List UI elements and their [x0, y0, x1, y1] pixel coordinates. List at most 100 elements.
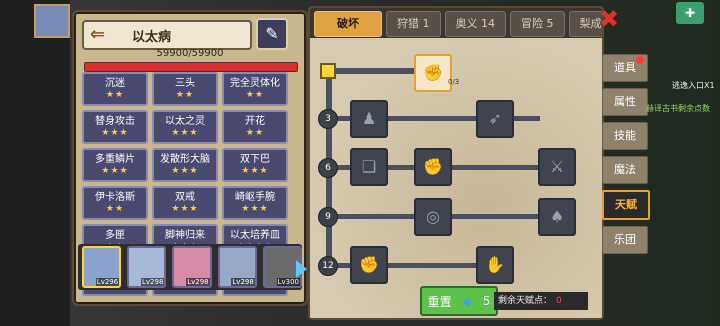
talent-node-block[interactable]: ✋: [476, 246, 514, 284]
back-arrow-icon[interactable]: ⇐: [90, 24, 116, 46]
level-marker: 3: [318, 109, 338, 129]
skill-label: 崎岖手腕: [235, 191, 275, 203]
skill-label: 以太之灵: [165, 115, 205, 127]
party-member[interactable]: Lv298: [127, 246, 167, 288]
close-icon[interactable]: ✖: [596, 6, 622, 32]
reset-label: 重置: [427, 294, 452, 309]
skill-stars: ★★★: [171, 127, 199, 138]
notification-dot: [636, 56, 644, 64]
talent-tree: ✊ 0/3 3 ♟ ➶ 6 ❏ ✊ ⚔ 9 ◎ ♠ 12 ✊ ✋: [310, 38, 602, 318]
talent-node-bat[interactable]: ♠: [538, 198, 576, 236]
party-member[interactable]: Lv296: [82, 246, 122, 288]
skill-label: 发散形大脑: [160, 153, 210, 165]
skill-stars: ★★: [105, 203, 125, 214]
skill-stars: ★★★: [101, 165, 129, 176]
party-bar: Lv296 Lv298 Lv298 Lv298 Lv300: [78, 244, 303, 290]
hp-fill: [85, 63, 297, 71]
gem-icon: ◆: [462, 294, 472, 308]
tab-2[interactable]: 奥义 14: [444, 11, 506, 37]
skill-stars: ★★: [245, 127, 265, 138]
skill-label: 脚神归来: [165, 229, 205, 241]
side-menu-item[interactable]: 乐团: [602, 226, 648, 254]
hp-bar: [84, 62, 298, 72]
talent-node-fist[interactable]: ✊: [350, 246, 388, 284]
skill-card[interactable]: 沉迷 ★★: [82, 72, 148, 106]
character-title-bar: ⇐ 以太病: [82, 20, 252, 50]
skill-card[interactable]: 开花 ★★: [222, 110, 288, 144]
side-menu: 道具 属性 技能 魔法 天赋 乐团: [602, 54, 650, 260]
tab-1[interactable]: 狩猎 1: [386, 11, 441, 37]
talent-node-punch[interactable]: ✊: [414, 148, 452, 186]
talent-counter: 0/3: [448, 78, 460, 86]
party-member-level: Lv298: [141, 278, 165, 286]
hint-text: 赫译古书剩余点数: [646, 104, 710, 113]
skill-label: 多重鳞片: [95, 153, 135, 165]
skill-label: 替身攻击: [95, 115, 135, 127]
add-icon[interactable]: ✚: [676, 2, 704, 24]
skill-stars: ★★: [175, 89, 195, 100]
reset-cost: 5: [482, 294, 491, 308]
tree-start-marker: [320, 63, 336, 79]
skill-card[interactable]: 伊卡洛斯 ★★: [82, 186, 148, 220]
tree-connector: [326, 68, 418, 74]
exit-label: 逃逸入口X1: [672, 81, 715, 90]
player-portrait[interactable]: [34, 4, 70, 38]
level-marker: 12: [318, 256, 338, 276]
talent-node-scroll[interactable]: ❏: [350, 148, 388, 186]
remaining-label: 剩余天赋点：: [498, 296, 553, 306]
side-menu-item[interactable]: 技能: [602, 122, 648, 150]
party-member-level: Lv298: [231, 278, 255, 286]
skill-stars: ★★★: [171, 203, 199, 214]
edit-icon[interactable]: ✎: [256, 18, 288, 50]
skill-label: 双下巴: [240, 153, 270, 165]
tab-0[interactable]: 破坏: [314, 11, 382, 37]
skill-stars: ★★★: [241, 203, 269, 214]
talent-node-arrow[interactable]: ➶: [476, 100, 514, 138]
next-arrow-icon[interactable]: [296, 260, 307, 278]
party-member[interactable]: Lv298: [217, 246, 257, 288]
hp-text: 59900/59900: [156, 48, 224, 59]
skill-card[interactable]: 替身攻击 ★★★: [82, 110, 148, 144]
skill-card[interactable]: 多重鳞片 ★★★: [82, 148, 148, 182]
skill-card[interactable]: 完全灵体化 ★★: [222, 72, 288, 106]
skill-card[interactable]: 以太之灵 ★★★: [152, 110, 218, 144]
party-member[interactable]: Lv298: [172, 246, 212, 288]
skill-stars: ★★★: [171, 165, 199, 176]
left-hud: [0, 0, 70, 326]
character-name: 以太病: [132, 29, 172, 45]
skill-card[interactable]: 双戒 ★★★: [152, 186, 218, 220]
party-member-level: Lv298: [186, 278, 210, 286]
skill-stars: ★★★: [101, 127, 129, 138]
side-menu-item[interactable]: 魔法: [602, 156, 648, 184]
reset-button[interactable]: 重置 ◆ 5: [420, 286, 498, 316]
talent-tabs: 破坏狩猎 1奥义 14冒险 5梨成 1: [310, 8, 602, 38]
skill-label: 多匣: [105, 229, 125, 241]
side-menu-item[interactable]: 属性: [602, 88, 648, 116]
skill-label: 完全灵体化: [230, 77, 280, 89]
talent-node-ring[interactable]: ◎: [414, 198, 452, 236]
skill-card[interactable]: 三头 ★★: [152, 72, 218, 106]
skill-label: 伊卡洛斯: [95, 191, 135, 203]
level-marker: 9: [318, 207, 338, 227]
remaining-points: 剩余天赋点： 0: [494, 292, 588, 310]
skill-card[interactable]: 发散形大脑 ★★★: [152, 148, 218, 182]
skill-stars: ★★: [245, 89, 265, 100]
skill-label: 沉迷: [105, 77, 125, 89]
skill-label: 双戒: [175, 191, 195, 203]
talent-node-handshake[interactable]: ✊: [414, 54, 452, 92]
skill-label: 以太培养皿: [230, 229, 280, 241]
talent-node-sword[interactable]: ⚔: [538, 148, 576, 186]
character-panel: ⇐ 以太病 ✎ 59900/59900 沉迷 ★★ 三头 ★★ 完全灵体化 ★★ 替身攻击 ★…: [72, 10, 308, 306]
level-marker: 6: [318, 158, 338, 178]
talent-panel: 破坏狩猎 1奥义 14冒险 5梨成 1 ✊ 0/3 3 ♟ ➶ 6 ❏ ✊ ⚔ …: [308, 6, 604, 320]
skill-stars: ★★: [105, 89, 125, 100]
skill-card[interactable]: 崎岖手腕 ★★★: [222, 186, 288, 220]
skill-stars: ★★★: [241, 165, 269, 176]
party-member-level: Lv300: [276, 278, 301, 286]
skill-card[interactable]: 双下巴 ★★★: [222, 148, 288, 182]
party-member-level: Lv296: [95, 278, 120, 286]
side-menu-item[interactable]: 天赋: [602, 190, 650, 220]
tab-3[interactable]: 冒险 5: [510, 11, 565, 37]
talent-node-body[interactable]: ♟: [350, 100, 388, 138]
skill-label: 开花: [245, 115, 265, 127]
